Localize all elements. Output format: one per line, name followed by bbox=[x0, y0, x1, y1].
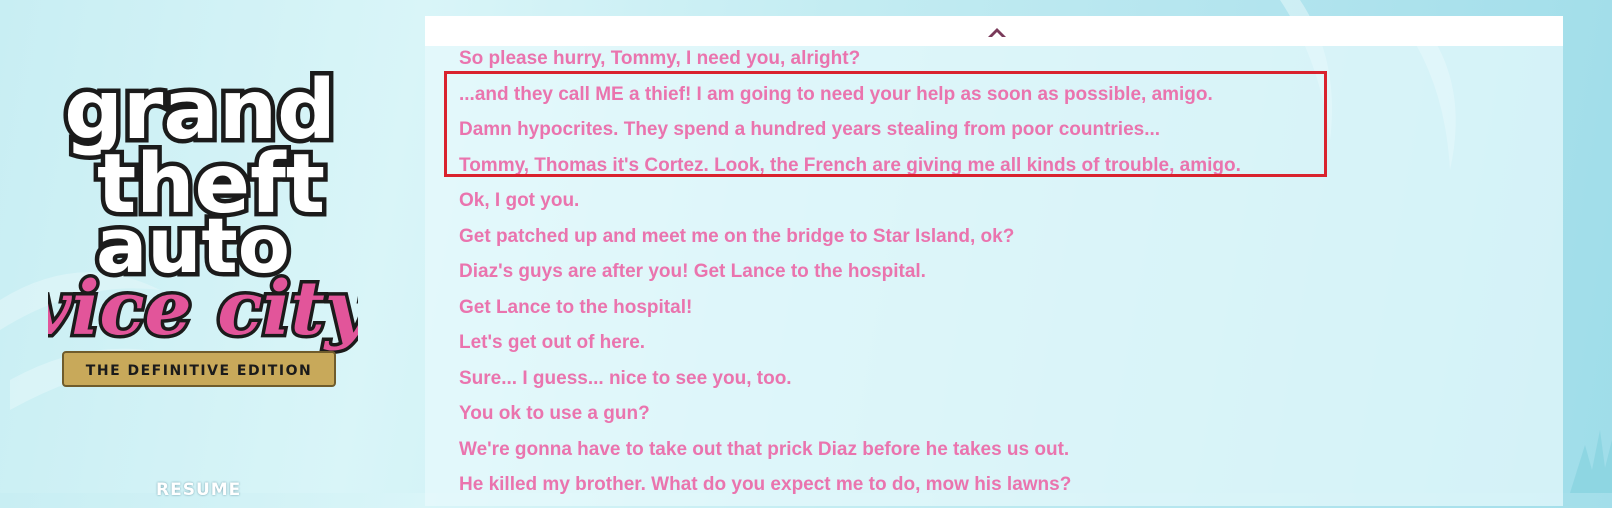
dialogue-log-panel: So please hurry, Tommy, I need you, alri… bbox=[425, 16, 1563, 506]
dialogue-line[interactable]: ...and they call ME a thief! I am going … bbox=[459, 82, 1241, 118]
dialogue-line[interactable]: Tommy, Thomas it's Cortez. Look, the Fre… bbox=[459, 153, 1241, 189]
dialogue-line[interactable]: He killed my brother. What do you expect… bbox=[459, 472, 1241, 508]
game-logo: grand theft auto vice city THE DEFINITIV… bbox=[48, 50, 358, 420]
resume-menu-item[interactable]: RESUME bbox=[156, 480, 241, 500]
dialogue-panel-header bbox=[425, 16, 1563, 46]
dialogue-line[interactable]: Diaz's guys are after you! Get Lance to … bbox=[459, 259, 1241, 295]
logo-word-vice-city: vice city bbox=[48, 266, 358, 352]
logo-edition-label: THE DEFINITIVE EDITION bbox=[86, 363, 312, 379]
dialogue-line[interactable]: Let's get out of here. bbox=[459, 330, 1241, 366]
dialogue-line[interactable]: Get patched up and meet me on the bridge… bbox=[459, 224, 1241, 260]
dialogue-line[interactable]: You ok to use a gun? bbox=[459, 401, 1241, 437]
dialogue-lines-list: So please hurry, Tommy, I need you, alri… bbox=[459, 46, 1241, 508]
dialogue-line[interactable]: Damn hypocrites. They spend a hundred ye… bbox=[459, 117, 1241, 153]
dialogue-line[interactable]: We're gonna have to take out that prick … bbox=[459, 437, 1241, 473]
dialogue-line[interactable]: Get Lance to the hospital! bbox=[459, 295, 1241, 331]
dialogue-line[interactable]: Sure... I guess... nice to see you, too. bbox=[459, 366, 1241, 402]
scroll-up-button[interactable] bbox=[985, 22, 1009, 40]
dialogue-line[interactable]: So please hurry, Tommy, I need you, alri… bbox=[459, 46, 1241, 82]
dialogue-line[interactable]: Ok, I got you. bbox=[459, 188, 1241, 224]
chevron-up-icon bbox=[988, 28, 1006, 37]
